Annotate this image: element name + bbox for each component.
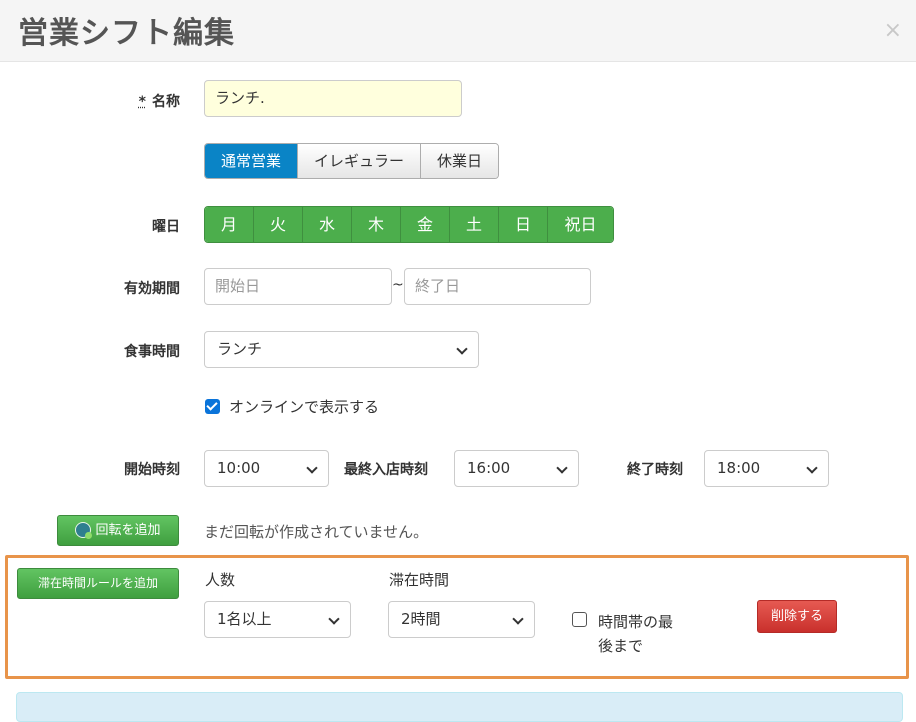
period-separator: ~: [392, 277, 404, 293]
weekday-label: 曜日: [152, 219, 180, 235]
close-icon[interactable]: ×: [884, 20, 902, 42]
end-time-label: 終了時刻: [627, 462, 683, 478]
modal-header: 営業シフト編集 ×: [0, 0, 916, 62]
meal-select-value: ランチ: [217, 340, 263, 358]
end-date-input[interactable]: 終了日: [404, 268, 591, 305]
meal-label: 食事時間: [124, 344, 180, 360]
weekday-tue[interactable]: 火: [254, 207, 303, 242]
start-date-input[interactable]: 開始日: [204, 268, 392, 305]
weekday-group: 月 火 水 木 金 土 日 祝日: [204, 206, 614, 243]
no-rotation-text: まだ回転が作成されていません。: [204, 523, 429, 541]
people-label: 人数: [205, 571, 236, 589]
weekday-sun[interactable]: 日: [499, 207, 548, 242]
start-time-label: 開始時刻: [124, 462, 180, 478]
last-entry-value: 16:00: [467, 459, 511, 477]
add-circle-icon: [75, 521, 93, 539]
start-time-select[interactable]: 10:00: [204, 450, 329, 487]
weekday-wed[interactable]: 水: [303, 207, 352, 242]
chevron-down-icon: [306, 462, 318, 474]
name-label: * 名称: [138, 94, 180, 110]
weekday-sat[interactable]: 土: [450, 207, 499, 242]
add-rotation-button[interactable]: 回転を追加: [57, 515, 179, 546]
end-time-value: 18:00: [717, 459, 761, 477]
shift-type-group: 通常営業 イレギュラー 休業日: [204, 143, 500, 179]
online-label: オンラインで表示する: [229, 398, 380, 416]
chevron-down-icon: [456, 343, 468, 355]
online-checkbox[interactable]: [205, 399, 220, 414]
type-regular-button[interactable]: 通常営業: [205, 144, 299, 178]
people-select-value: 1名以上: [217, 610, 272, 628]
chevron-down-icon: [806, 462, 818, 474]
duration-select[interactable]: 2時間: [388, 601, 535, 638]
chevron-down-icon: [556, 462, 568, 474]
duration-select-value: 2時間: [401, 610, 441, 628]
weekday-fri[interactable]: 金: [401, 207, 450, 242]
duration-label: 滞在時間: [389, 571, 450, 589]
info-alert: [16, 692, 903, 722]
last-entry-select[interactable]: 16:00: [454, 450, 579, 487]
until-end-label: 時間帯の最 後まで: [598, 613, 674, 655]
meal-select[interactable]: ランチ: [204, 331, 479, 368]
people-select[interactable]: 1名以上: [204, 601, 351, 638]
type-closed-button[interactable]: 休業日: [421, 144, 499, 178]
delete-button[interactable]: 削除する: [757, 600, 837, 633]
required-mark: *: [138, 94, 146, 110]
chevron-down-icon: [328, 613, 340, 625]
end-time-select[interactable]: 18:00: [704, 450, 829, 487]
period-label: 有効期間: [124, 281, 180, 297]
chevron-down-icon: [512, 613, 524, 625]
type-irregular-button[interactable]: イレギュラー: [298, 144, 422, 178]
modal-title: 営業シフト編集: [18, 16, 235, 51]
weekday-holiday[interactable]: 祝日: [548, 207, 613, 242]
name-input[interactable]: ランチ.: [204, 80, 462, 117]
weekday-mon[interactable]: 月: [205, 207, 254, 242]
until-end-checkbox[interactable]: [572, 612, 587, 627]
last-entry-label: 最終入店時刻: [344, 462, 428, 478]
add-stay-rule-button[interactable]: 滞在時間ルールを追加: [17, 568, 179, 599]
weekday-thu[interactable]: 木: [352, 207, 401, 242]
start-time-value: 10:00: [217, 459, 261, 477]
